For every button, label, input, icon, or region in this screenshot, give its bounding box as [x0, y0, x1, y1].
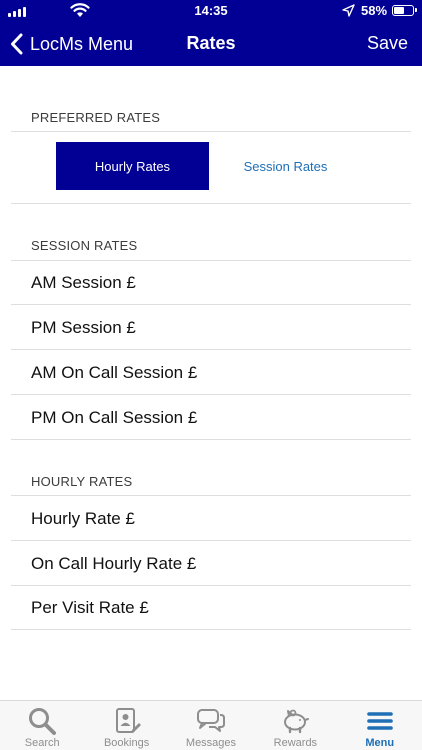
- divider: [11, 203, 411, 204]
- session-rates-option[interactable]: Session Rates: [209, 142, 362, 190]
- battery-percent: 58%: [361, 3, 388, 18]
- save-button[interactable]: Save: [367, 33, 408, 54]
- tab-label: Messages: [185, 737, 237, 749]
- messages-icon: [196, 709, 225, 732]
- tab-label: Search: [24, 737, 60, 749]
- tab-bar: Search Bookings Messages Rewards Menu: [0, 700, 422, 750]
- divider: [11, 394, 411, 395]
- hourly-rate-field[interactable]: Hourly Rate £: [31, 509, 411, 529]
- tab-rewards[interactable]: Rewards: [253, 701, 337, 750]
- divider: [11, 260, 411, 261]
- tab-label: Rewards: [273, 737, 318, 749]
- tab-label: Bookings: [103, 737, 150, 749]
- search-icon: [29, 708, 57, 735]
- divider: [11, 349, 411, 350]
- divider: [11, 131, 411, 132]
- status-bar: 14:35 58%: [0, 0, 422, 22]
- menu-icon: [366, 712, 393, 730]
- divider: [11, 495, 411, 496]
- preferred-rates-header: PREFERRED RATES: [31, 110, 161, 125]
- hourly-rates-option[interactable]: Hourly Rates: [56, 142, 209, 190]
- am-session-rate-field[interactable]: AM Session £: [31, 273, 411, 293]
- divider: [11, 540, 411, 541]
- divider: [11, 304, 411, 305]
- piggy-bank-icon: [284, 709, 310, 734]
- pm-session-rate-field[interactable]: PM Session £: [31, 318, 411, 338]
- bookings-icon: [115, 708, 141, 733]
- tab-label: Menu: [365, 737, 395, 749]
- tab-messages[interactable]: Messages: [169, 701, 253, 750]
- pm-on-call-session-rate-field[interactable]: PM On Call Session £: [31, 408, 411, 428]
- status-time: 14:35: [194, 3, 228, 18]
- hourly-rates-header: HOURLY RATES: [31, 474, 133, 489]
- per-visit-rate-field[interactable]: Per Visit Rate £: [31, 598, 411, 618]
- tab-bookings[interactable]: Bookings: [84, 701, 168, 750]
- session-rates-header: SESSION RATES: [31, 238, 138, 253]
- tab-search[interactable]: Search: [0, 701, 84, 750]
- top-bar: 14:35 58% LocMs Menu Rates Save: [0, 0, 422, 66]
- on-call-hourly-rate-field[interactable]: On Call Hourly Rate £: [31, 554, 411, 574]
- back-button[interactable]: LocMs Menu: [10, 22, 133, 66]
- rates-form: PREFERRED RATES Hourly Rates Session Rat…: [0, 66, 422, 700]
- navigation-bar: LocMs Menu Rates Save: [0, 22, 422, 66]
- divider: [11, 439, 411, 440]
- location-arrow-icon: [342, 4, 355, 17]
- divider: [11, 629, 411, 630]
- am-on-call-session-rate-field[interactable]: AM On Call Session £: [31, 363, 411, 383]
- back-button-label: LocMs Menu: [30, 33, 134, 54]
- tab-menu[interactable]: Menu: [338, 701, 422, 750]
- chevron-left-icon: [11, 33, 23, 55]
- preferred-rates-segmented-control: Hourly Rates Session Rates: [56, 142, 362, 190]
- battery-icon: [392, 5, 417, 16]
- divider: [11, 585, 411, 586]
